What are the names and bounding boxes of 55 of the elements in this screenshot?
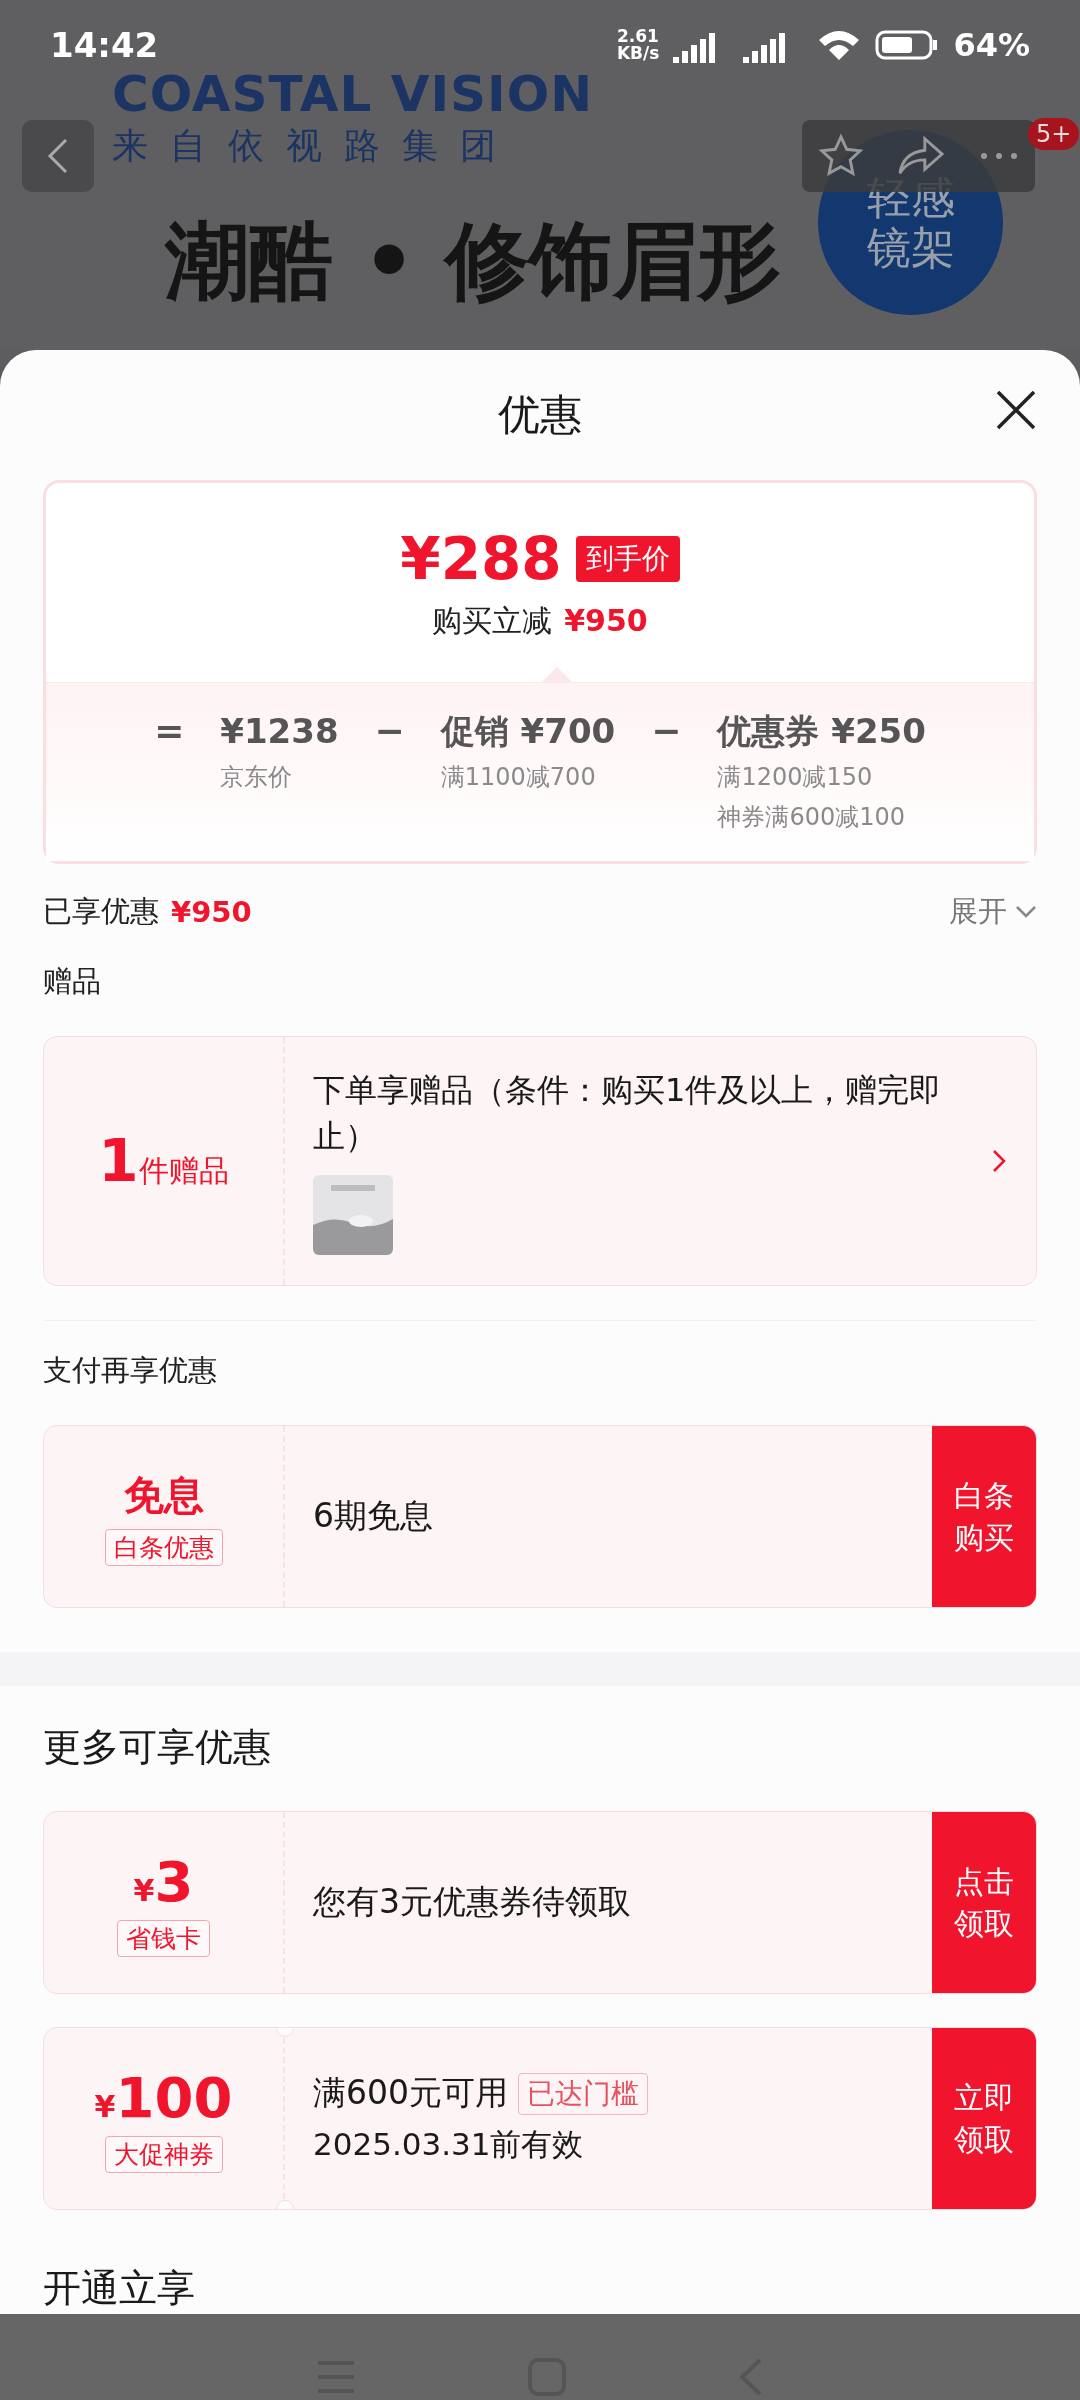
validity-text: 2025.03.31前有效 bbox=[313, 2125, 585, 2164]
network-speed: 2.61 KB/s bbox=[616, 28, 660, 62]
coupon-description: 您有3元优惠券待领取 bbox=[313, 1881, 631, 1923]
price-term: 优惠券 ¥250 bbox=[717, 710, 926, 753]
coupon-tag: 省钱卡 bbox=[117, 1919, 210, 1957]
back-button[interactable] bbox=[22, 120, 94, 192]
banner-headline: 潮酷 • 修饰眉形 bbox=[165, 211, 782, 312]
final-price-tag: 到手价 bbox=[575, 536, 680, 582]
enjoyed-amount: ¥950 bbox=[171, 895, 252, 929]
battery-icon bbox=[875, 29, 940, 61]
coupon-title: 免息 bbox=[123, 1470, 204, 1520]
saving-label: 购买立减 bbox=[432, 602, 553, 640]
price-term: ¥1238 bbox=[220, 710, 339, 753]
claim-button[interactable]: 点击领取 bbox=[932, 1812, 1036, 1993]
gift-card[interactable]: 1件赠品 下单享赠品（条件：购买1件及以上，赠完即止） bbox=[43, 1036, 1037, 1286]
favorite-button[interactable] bbox=[818, 133, 865, 179]
battery-percent: 64% bbox=[953, 26, 1030, 64]
section-heading: 支付再享优惠 bbox=[43, 1352, 218, 1389]
price-term-note: 满1200减150 bbox=[717, 762, 874, 793]
price-term-note: 神券满600减100 bbox=[717, 802, 907, 833]
coupon-description: 满600元可用 bbox=[313, 2072, 508, 2114]
more-button[interactable] bbox=[978, 151, 1019, 161]
enjoyed-label: 已享优惠 bbox=[43, 893, 159, 930]
price-term: 促销 ¥700 bbox=[440, 710, 616, 753]
operator-sign: − bbox=[374, 709, 405, 753]
section-heading: 赠品 bbox=[43, 963, 102, 1000]
operator-sign: = bbox=[154, 709, 185, 753]
close-button[interactable] bbox=[994, 388, 1038, 432]
gift-count: 1件赠品 bbox=[98, 1127, 229, 1195]
section-heading: 更多可享优惠 bbox=[43, 1724, 272, 1771]
coupon-tag: 白条优惠 bbox=[104, 1528, 223, 1566]
operator-sign: − bbox=[651, 709, 682, 753]
status-time: 14:42 bbox=[50, 25, 159, 65]
gift-description: 下单享赠品（条件：购买1件及以上，赠完即止） bbox=[313, 1070, 943, 1157]
coupon-tag: 大促神券 bbox=[104, 2135, 223, 2173]
brand-subtitle: 来自依视路集团 bbox=[112, 124, 519, 168]
price-term-note: 京东价 bbox=[220, 762, 294, 793]
claim-button[interactable]: 立即领取 bbox=[932, 2028, 1036, 2209]
price-term-note: 满1100减700 bbox=[440, 762, 597, 793]
back-icon bbox=[46, 136, 70, 176]
coupon-amount: ¥3 bbox=[133, 1848, 194, 1914]
expand-button[interactable]: 展开 bbox=[949, 892, 1037, 932]
saving-amount: ¥950 bbox=[564, 603, 648, 638]
brand-logo-text: COASTAL VISION bbox=[112, 66, 594, 122]
notification-badge: 5+ bbox=[1028, 118, 1080, 150]
section-heading: 开通立享 bbox=[43, 2265, 196, 2312]
sheet-title: 优惠 bbox=[498, 389, 582, 441]
final-price: ¥288 bbox=[400, 525, 562, 593]
coupon-amount: ¥100 bbox=[94, 2064, 233, 2130]
wifi-icon bbox=[817, 28, 862, 62]
chevron-right-icon bbox=[992, 1149, 1006, 1173]
claim-button[interactable]: 白条购买 bbox=[932, 1426, 1036, 1607]
threshold-badge: 已达门槛 bbox=[518, 2072, 648, 2115]
chevron-down-icon bbox=[1015, 905, 1037, 919]
coupon-description: 6期免息 bbox=[313, 1495, 433, 1537]
